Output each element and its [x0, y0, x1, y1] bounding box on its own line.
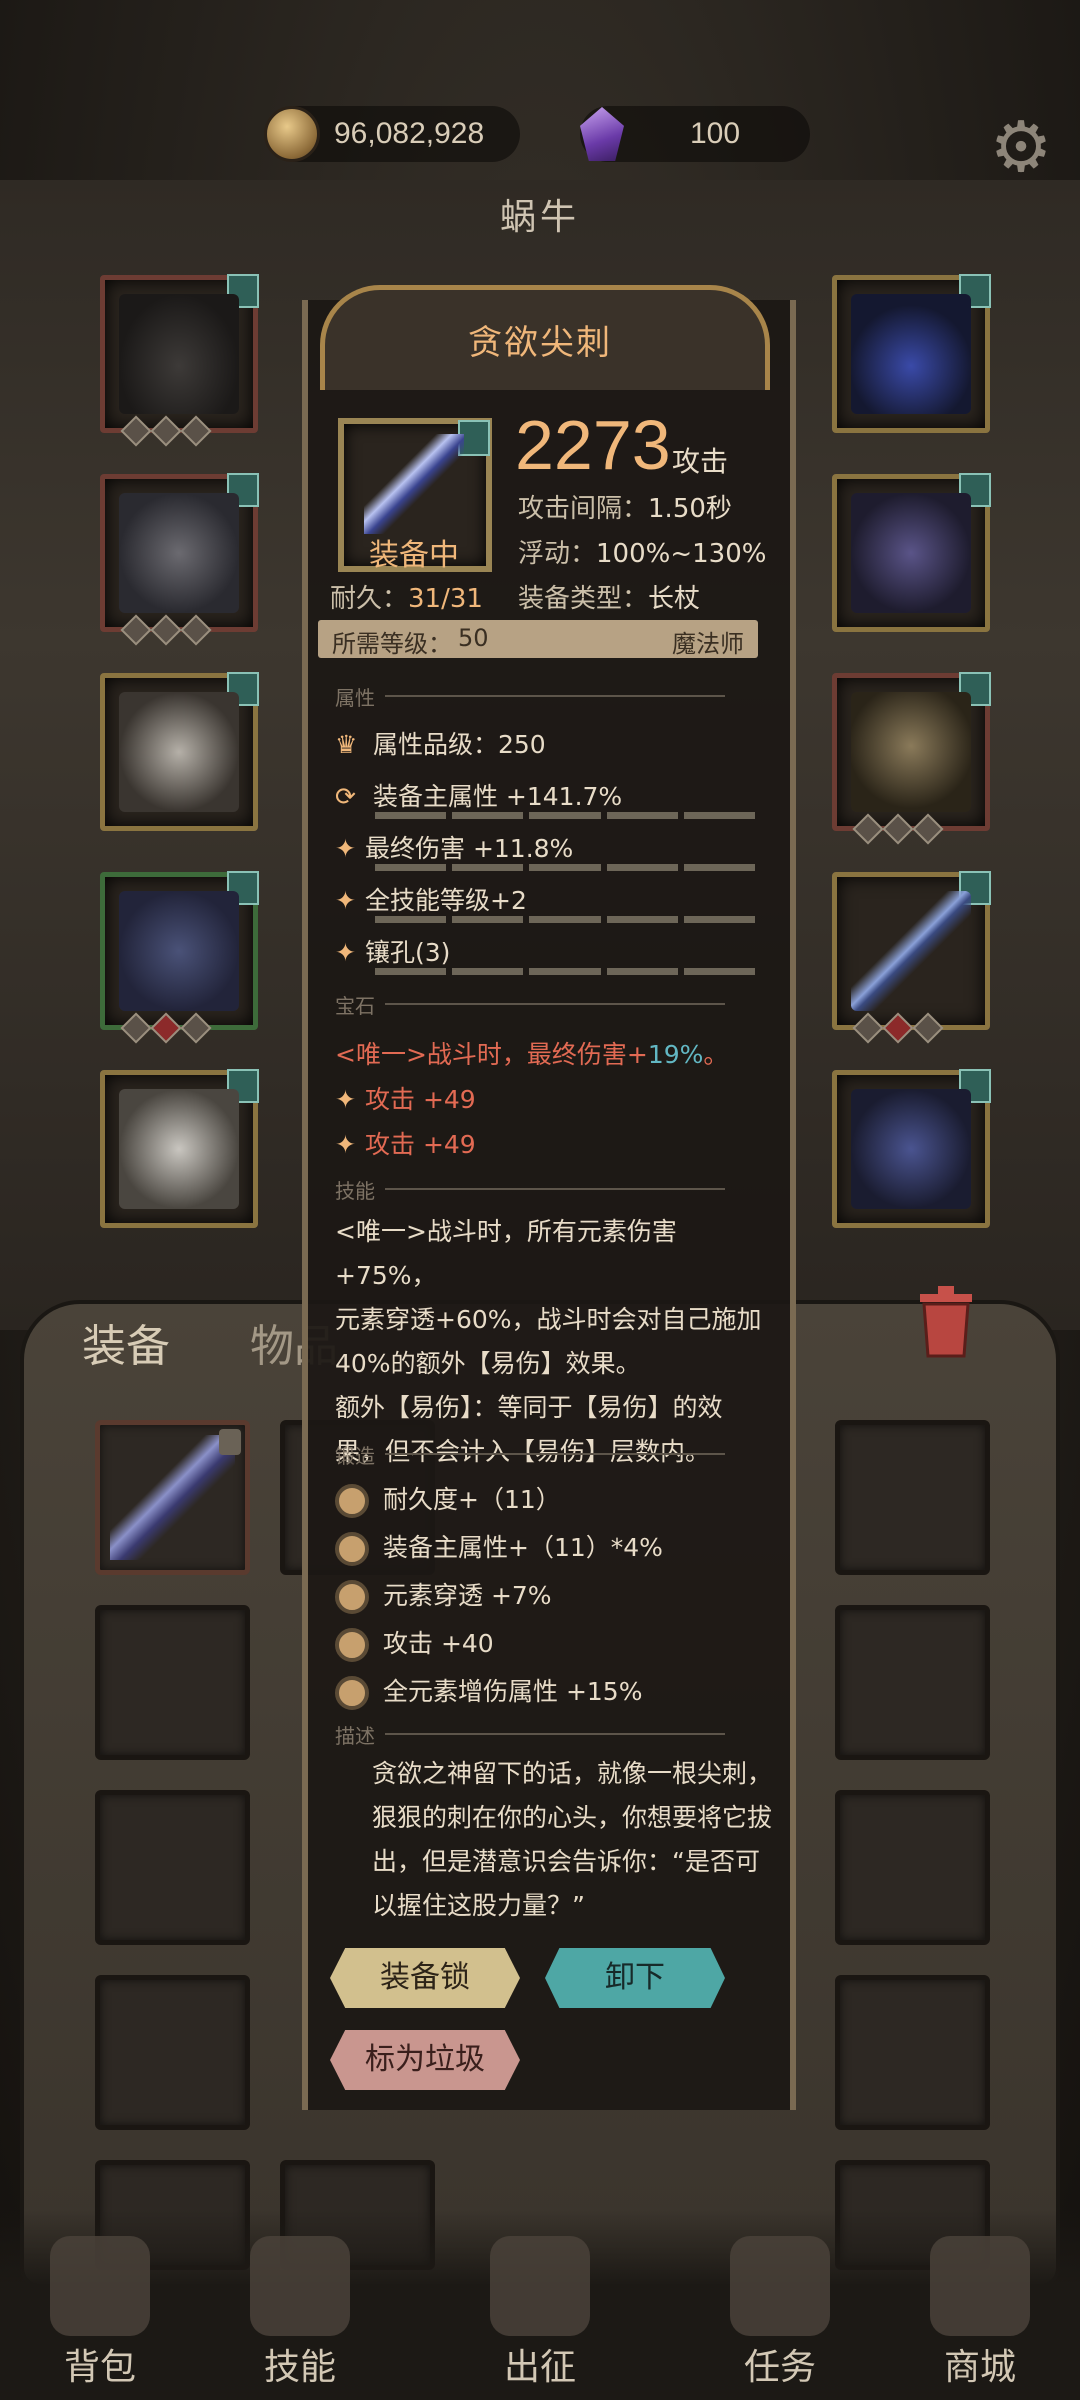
nav-shop[interactable]: 商城	[900, 2236, 1060, 2390]
staff-icon	[851, 891, 971, 1011]
bag-slot[interactable]	[95, 1605, 250, 1760]
bag-slot[interactable]	[835, 1605, 990, 1760]
attack-interval: 攻击间隔：1.50秒	[518, 494, 732, 524]
bag-slot[interactable]	[95, 1420, 250, 1575]
gem-row: ✦ 攻击 +49	[335, 1085, 476, 1114]
attribute-main: ⟳ 装备主属性 +141.7%	[335, 782, 623, 811]
equip-slot-skirt[interactable]	[100, 871, 259, 1044]
offhand-icon	[851, 1089, 971, 1209]
equip-slot-gloves[interactable]	[100, 473, 259, 646]
hat-icon	[119, 294, 239, 414]
skirt-icon	[119, 891, 239, 1011]
refresh-icon: ⟳	[335, 782, 356, 811]
gold-value: 96,082,928	[334, 117, 485, 150]
top-bar: 96,082,928 100 ⚙	[0, 100, 1080, 184]
attribute-grade: ♛ 属性品级：250	[335, 730, 546, 759]
character-name: 蜗牛	[499, 197, 580, 238]
equip-slot-ring[interactable]	[832, 473, 991, 632]
equip-slot-necklace[interactable]	[832, 274, 991, 433]
nav-expedition[interactable]: 出征	[460, 2236, 620, 2390]
bag-slot[interactable]	[95, 1790, 250, 1945]
equip-slot-offhand[interactable]	[832, 1069, 991, 1228]
staff-icon	[364, 434, 464, 534]
unequip-button[interactable]: 卸下	[545, 1948, 725, 2008]
durability: 耐久：31/31	[330, 584, 483, 614]
gloves-icon	[119, 493, 239, 613]
attribute-row: ✦ 镶孔(3)	[335, 938, 451, 967]
attack-value: 2273	[515, 406, 671, 484]
book-icon	[250, 2236, 350, 2336]
coin-icon	[264, 106, 320, 162]
section-description: 描述	[335, 1720, 755, 1748]
tab-equip[interactable]: 装备	[82, 1310, 170, 1374]
equipment-lock-button[interactable]: 装备锁	[330, 1948, 520, 2008]
gem-counter: 100	[580, 106, 810, 162]
forge-row: 装备主属性+（11）*4%	[335, 1528, 663, 1566]
level-requirement: 所需等级： 50 魔法师	[318, 620, 758, 658]
equipment-type: 装备类型：长杖	[518, 584, 701, 614]
bag-slot[interactable]	[835, 1420, 990, 1575]
necklace-icon	[851, 294, 971, 414]
gem-row: ✦ 攻击 +49	[335, 1130, 476, 1159]
item-name: 贪欲尖刺	[468, 323, 612, 363]
forge-row: 全元素增伤属性 +15%	[335, 1672, 642, 1710]
star-icon: ✦	[335, 1130, 356, 1159]
crown-icon: ♛	[335, 730, 358, 759]
sword-map-icon	[490, 2236, 590, 2336]
equip-slot-accessory[interactable]	[832, 672, 991, 845]
section-skills: 技能	[335, 1175, 755, 1203]
attribute-row: ✦ 全技能等级+2	[335, 886, 527, 915]
star-icon: ✦	[335, 834, 356, 863]
nav-skills[interactable]: 技能	[220, 2236, 380, 2390]
forge-row: 耐久度+（11）	[335, 1480, 561, 1518]
horn-icon	[730, 2236, 830, 2336]
mark-junk-button[interactable]: 标为垃圾	[330, 2030, 520, 2090]
bottom-nav: 背包 技能 出征 任务 商城	[0, 2210, 1080, 2400]
star-icon: ✦	[335, 886, 356, 915]
nav-quests[interactable]: 任务	[700, 2236, 860, 2390]
gold-counter: 96,082,928	[264, 106, 520, 162]
owl-amulet-icon	[851, 692, 971, 812]
backpack-icon	[50, 2236, 150, 2336]
section-attributes: 属性	[335, 682, 755, 710]
forge-row: 元素穿透 +7%	[335, 1576, 552, 1614]
star-icon: ✦	[335, 938, 356, 967]
gem-value: 100	[690, 117, 741, 150]
equip-slot-boots[interactable]	[100, 1069, 259, 1228]
nav-bag[interactable]: 背包	[20, 2236, 180, 2390]
star-icon: ✦	[335, 1085, 356, 1114]
trash-icon[interactable]	[910, 1280, 982, 1360]
bag-slot[interactable]	[95, 1975, 250, 2130]
lock-icon	[219, 1429, 241, 1455]
equip-slot-weapon[interactable]	[832, 871, 991, 1044]
bag-slot[interactable]	[835, 1790, 990, 1945]
section-forge: 锻造	[335, 1440, 755, 1468]
equipped-status: 装备中	[369, 538, 459, 573]
bag-slot[interactable]	[835, 1975, 990, 2130]
attack-label: 攻击	[672, 445, 729, 478]
skill-text: <唯一>战斗时，所有元素伤害+75%， 元素穿透+60%，战斗时会对自己施加 4…	[335, 1217, 762, 1466]
armor-icon	[119, 692, 239, 812]
equip-slot-hat[interactable]	[100, 274, 259, 447]
gem-unique: <唯一>战斗时，最终伤害+19%。	[335, 1040, 729, 1069]
ring-icon	[851, 493, 971, 613]
boots-icon	[119, 1089, 239, 1209]
equip-slot-armor[interactable]	[100, 672, 259, 831]
variance: 浮动：100%~130%	[518, 539, 767, 569]
section-gems: 宝石	[335, 990, 755, 1018]
attribute-row: ✦ 最终伤害 +11.8%	[335, 834, 574, 863]
description-text: 贪欲之神留下的话，就像一根尖刺， 狠狠的刺在你的心头，你想要将它拔 出，但是潜意…	[372, 1759, 773, 1920]
gear-icon[interactable]: ⚙	[984, 110, 1058, 184]
gem-icon	[580, 107, 624, 161]
staff-icon	[110, 1435, 235, 1560]
forge-row: 攻击 +40	[335, 1624, 494, 1662]
popup-header: 贪欲尖刺	[280, 255, 800, 390]
shop-icon	[930, 2236, 1030, 2336]
